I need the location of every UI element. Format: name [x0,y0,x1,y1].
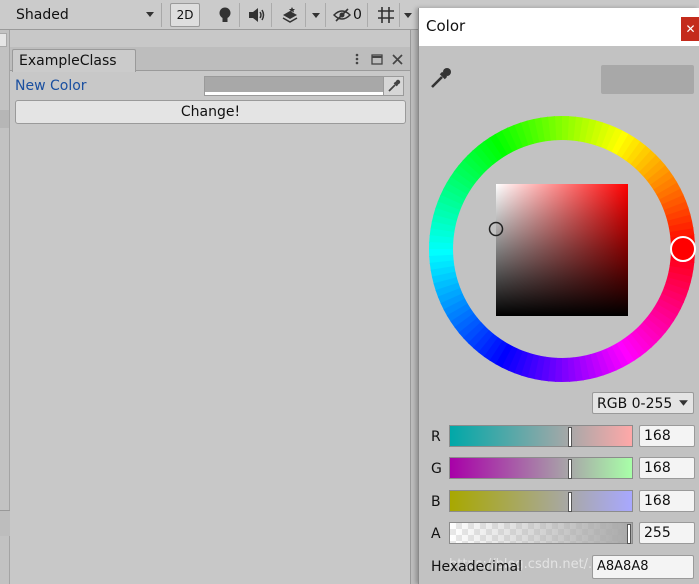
grid-icon [377,7,394,23]
dropdown-arrow-icon [146,12,154,17]
dropdown-arrow-icon [404,13,412,18]
tab-example-class[interactable]: ExampleClass [12,49,136,72]
effects-dropdown-button[interactable] [306,3,326,27]
channel-a-handle[interactable] [627,524,631,544]
channel-g-slider[interactable] [449,457,633,479]
hexadecimal-label: Hexadecimal [431,559,522,575]
inspector-tab-bar: ExampleClass [10,47,410,72]
window-close-button[interactable] [388,50,406,68]
channel-b-label: B [431,494,441,510]
channel-r-label: R [431,429,441,445]
grid-toggle-button[interactable] [372,3,400,27]
left-panel-edge [0,30,10,584]
channel-a-slider[interactable] [449,522,633,544]
new-color-field[interactable] [204,76,404,96]
channel-b-handle[interactable] [568,492,573,512]
channel-g-label: G [431,461,442,477]
channel-b-value[interactable]: 168 [639,490,695,512]
current-color-swatch [601,65,694,94]
color-mode-label: RGB 0-255 [597,396,673,412]
shading-mode-label: Shaded [16,7,69,23]
channel-g-handle[interactable] [568,459,573,479]
toggle-2d-button[interactable]: 2D [170,3,200,27]
color-picker-titlebar: Color ✕ [419,8,699,46]
new-color-property-label: New Color [15,78,87,94]
saturation-value-square[interactable] [496,184,628,316]
audio-icon [248,8,264,22]
shading-mode-dropdown[interactable]: Shaded [10,3,162,27]
change-button[interactable]: Change! [15,100,406,124]
left-panel-field [0,33,7,47]
channel-a-label: A [431,526,441,542]
channel-g-value[interactable]: 168 [639,457,695,479]
hidden-objects-toggle-button[interactable]: 0 [328,3,368,27]
color-picker-close-button[interactable]: ✕ [681,17,699,41]
color-alpha-bar [205,92,383,95]
eyedropper-icon [431,68,451,88]
color-mode-dropdown[interactable]: RGB 0-255 [592,392,694,414]
close-icon: ✕ [685,22,696,36]
window-maximize-button[interactable] [368,50,386,68]
hidden-count: 0 [353,7,362,23]
effects-icon [282,7,297,23]
maximize-icon [371,53,383,65]
close-icon [391,53,403,65]
grid-dropdown-button[interactable] [400,3,416,27]
window-gutter [410,30,418,584]
channel-a-value[interactable]: 255 [639,522,695,544]
color-picker-title: Color [426,17,466,35]
hexadecimal-input[interactable]: A8A8A8 [592,555,694,579]
hue-handle[interactable] [670,236,696,262]
lighting-toggle-button[interactable] [210,3,240,27]
eyedropper-icon [387,79,400,92]
channel-r-value[interactable]: 168 [639,425,695,447]
color-field-eyedropper-button[interactable] [383,77,403,95]
channel-r-handle[interactable] [568,427,573,447]
scene-toolbar: Shaded 2D 0 [0,0,430,30]
effects-toggle-button[interactable] [274,3,306,27]
color-picker-eyedropper-button[interactable] [429,66,453,90]
inspector-window: ExampleClass New Color Change! [10,47,410,584]
audio-toggle-button[interactable] [242,3,272,27]
color-picker-window: Color ✕ RGB 0-255 R 168 G 168 B 168 A 25… [418,8,699,584]
channel-b-slider[interactable] [449,490,633,512]
hue-wheel[interactable] [419,108,699,388]
window-menu-button[interactable] [348,50,366,68]
left-panel-selected-row [0,110,9,128]
dropdown-arrow-icon [679,400,688,406]
channel-r-slider[interactable] [449,425,633,447]
dropdown-arrow-icon [311,13,320,18]
toggle-2d-label: 2D [176,8,194,22]
light-bulb-icon [219,7,230,22]
tab-example-class-label: ExampleClass [19,53,117,69]
left-panel-header [0,510,10,536]
menu-dots-icon [355,53,359,65]
hidden-eye-icon [333,8,352,22]
